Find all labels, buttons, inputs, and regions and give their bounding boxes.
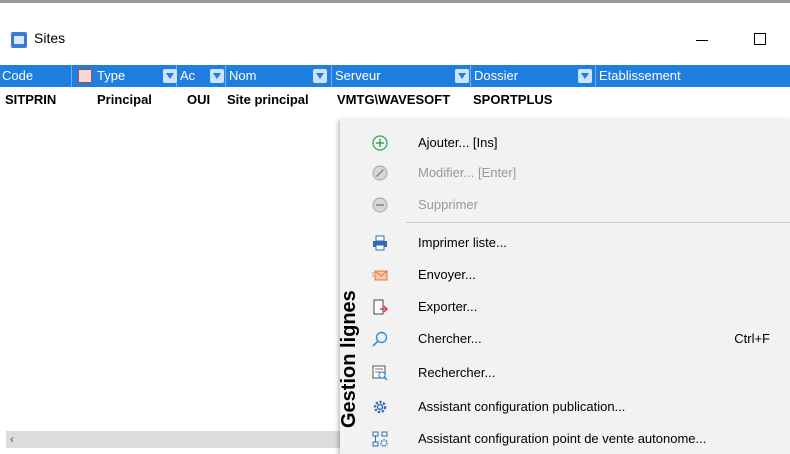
sort-icon[interactable] bbox=[313, 69, 327, 83]
cell-nom: Site principal bbox=[227, 92, 309, 107]
column-header-serveur[interactable]: Serveur bbox=[333, 65, 471, 87]
sort-icon[interactable] bbox=[210, 69, 224, 83]
menu-item-label: Assistant configuration publication... bbox=[418, 399, 626, 414]
cell-code: SITPRIN bbox=[5, 92, 57, 107]
edit-icon bbox=[372, 165, 388, 181]
menu-item-modifier[interactable]: Modifier... [Enter] bbox=[366, 158, 786, 188]
column-label: Etablissement bbox=[599, 68, 681, 83]
menu-item-envoyer[interactable]: Envoyer... bbox=[366, 260, 786, 290]
menu-item-rechercher[interactable]: Rechercher... bbox=[366, 358, 786, 388]
grid-header: Code Type Ac Nom Serveur Dossier Etablis… bbox=[0, 65, 790, 87]
menu-item-exporter[interactable]: Exporter... bbox=[366, 292, 786, 322]
menu-item-chercher[interactable]: Chercher... Ctrl+F bbox=[366, 324, 786, 354]
menu-item-ajouter[interactable]: Ajouter... [Ins] bbox=[366, 128, 786, 158]
horizontal-scrollbar[interactable]: ‹ bbox=[6, 431, 340, 448]
column-label: Ac bbox=[180, 68, 196, 83]
column-header-etablissement[interactable]: Etablissement bbox=[597, 65, 790, 87]
menu-item-label: Modifier... [Enter] bbox=[418, 165, 517, 180]
menu-item-assistant-point-de-vente[interactable]: Assistant configuration point de vente a… bbox=[366, 424, 786, 454]
network-gear-icon bbox=[372, 431, 388, 447]
column-label: Code bbox=[2, 68, 34, 83]
menu-item-shortcut: Ctrl+F bbox=[734, 331, 770, 346]
column-label: Serveur bbox=[335, 68, 381, 83]
title-bar bbox=[0, 13, 790, 63]
column-label: Nom bbox=[229, 68, 257, 83]
sort-icon[interactable] bbox=[455, 69, 469, 83]
filter-icon[interactable] bbox=[78, 69, 92, 83]
menu-item-label: Envoyer... bbox=[418, 267, 476, 282]
menu-item-assistant-publication[interactable]: Assistant configuration publication... bbox=[366, 392, 786, 422]
delete-icon bbox=[372, 197, 388, 213]
menu-item-label: Exporter... bbox=[418, 299, 478, 314]
menu-item-label: Ajouter... [Ins] bbox=[418, 135, 498, 150]
column-label: Dossier bbox=[474, 68, 519, 83]
menu-item-label: Chercher... bbox=[418, 331, 482, 346]
sort-icon[interactable] bbox=[578, 69, 592, 83]
window-title: Sites bbox=[34, 30, 66, 46]
gear-icon bbox=[373, 400, 387, 414]
menu-item-label: Supprimer bbox=[418, 197, 478, 212]
window-top-border bbox=[0, 0, 790, 13]
cell-dossier: SPORTPLUS bbox=[473, 92, 553, 107]
table-row[interactable]: SITPRIN Principal OUI Site principal VMT… bbox=[0, 92, 790, 110]
sites-app-icon bbox=[11, 32, 27, 48]
column-header-code[interactable]: Code bbox=[0, 65, 72, 87]
cell-type: Principal bbox=[97, 92, 152, 107]
context-menu: Gestion lignes Ajouter... [Ins] Modifier… bbox=[338, 118, 790, 454]
cell-serveur: VMTG\WAVESOFT bbox=[337, 92, 451, 107]
maximize-button[interactable] bbox=[740, 28, 780, 50]
add-icon bbox=[372, 135, 388, 151]
sort-icon[interactable] bbox=[163, 69, 177, 83]
menu-item-label: Assistant configuration point de vente a… bbox=[418, 431, 707, 446]
advanced-search-icon bbox=[372, 365, 388, 381]
menu-item-supprimer[interactable]: Supprimer bbox=[366, 190, 786, 220]
menu-item-label: Rechercher... bbox=[418, 365, 496, 380]
column-label: Type bbox=[97, 68, 126, 83]
mail-icon bbox=[372, 270, 388, 281]
menu-item-imprimer-liste[interactable]: Imprimer liste... bbox=[366, 228, 786, 258]
cell-actif: OUI bbox=[187, 92, 211, 107]
menu-separator bbox=[406, 222, 790, 223]
menu-group-label: Gestion lignes bbox=[338, 290, 360, 428]
search-icon bbox=[372, 331, 388, 347]
printer-icon bbox=[373, 235, 387, 251]
scroll-left-arrow[interactable]: ‹ bbox=[10, 432, 14, 446]
export-icon bbox=[373, 299, 388, 315]
menu-item-label: Imprimer liste... bbox=[418, 235, 507, 250]
minimize-button[interactable] bbox=[682, 28, 722, 50]
